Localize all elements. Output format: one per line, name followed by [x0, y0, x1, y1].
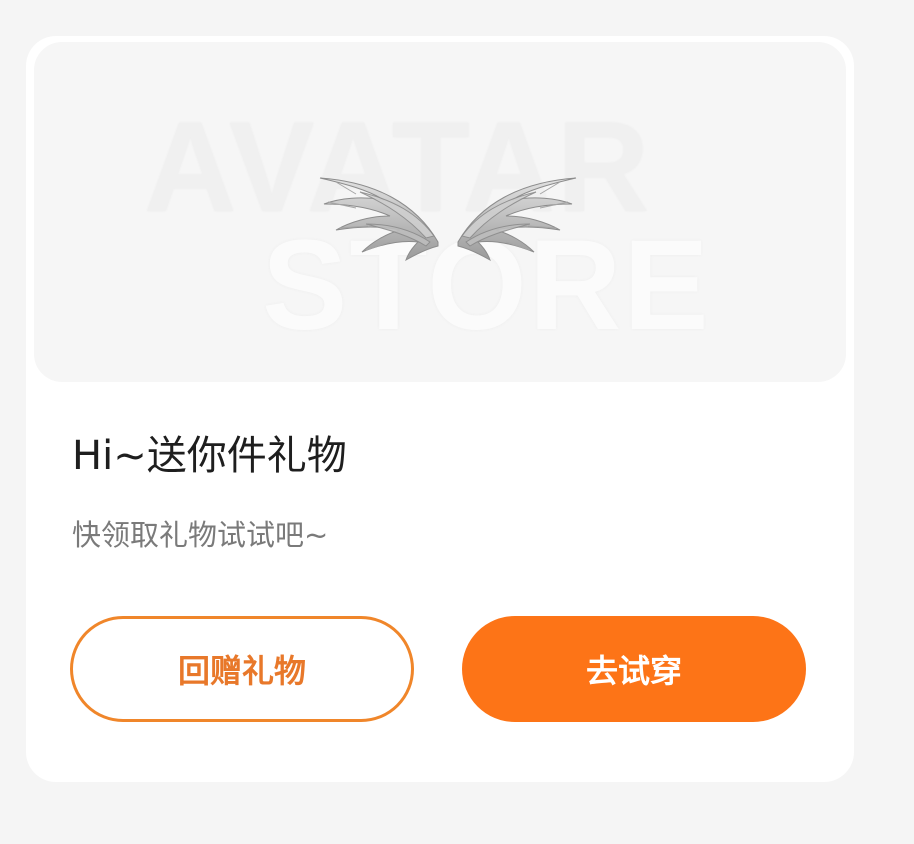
gift-banner: AVATAR STORE [34, 42, 846, 382]
try-on-button[interactable]: 去试穿 [462, 616, 806, 722]
gift-card: AVATAR STORE Hi~送你件礼物 快领取礼物试试吧~ 回赠礼物 去试穿 [26, 36, 854, 782]
gift-subtitle: 快领取礼物试试吧~ [72, 518, 329, 552]
angel-wings-icon [319, 177, 577, 262]
return-gift-button[interactable]: 回赠礼物 [70, 616, 414, 722]
gift-title: Hi~送你件礼物 [72, 433, 347, 479]
